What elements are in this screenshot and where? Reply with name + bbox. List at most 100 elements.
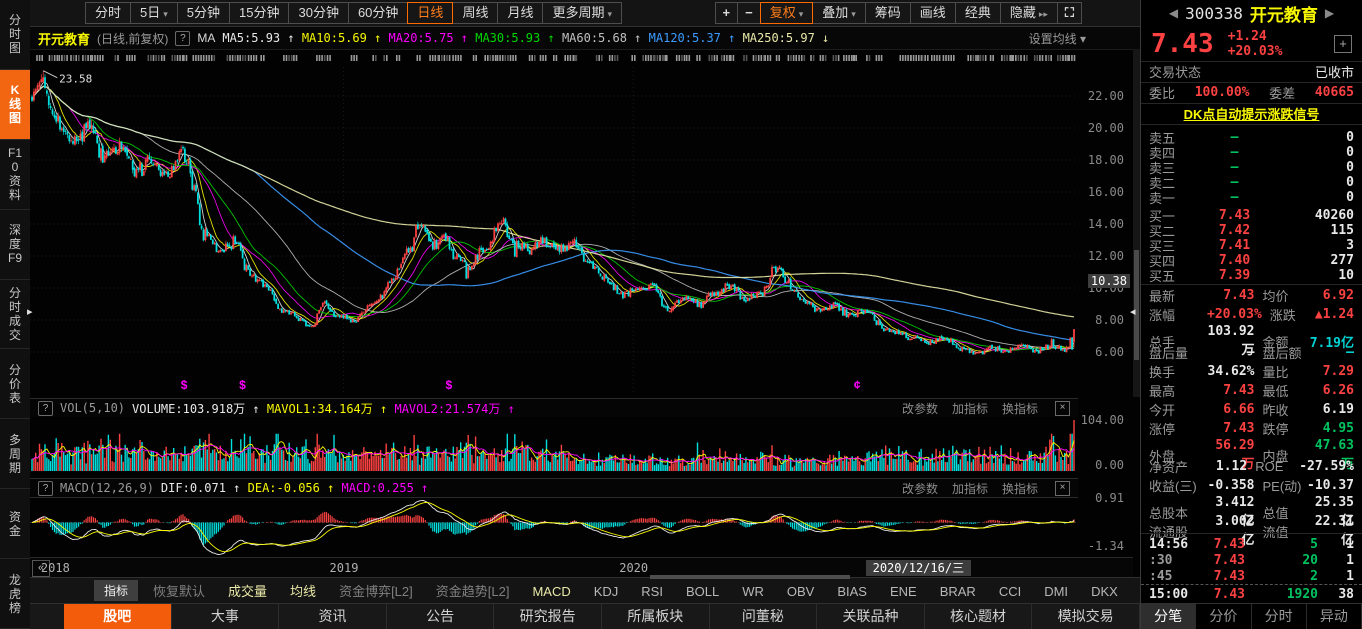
last-price: 7.43 bbox=[1151, 29, 1214, 59]
indicator-item[interactable]: MACD bbox=[532, 584, 570, 599]
macd-chart-canvas[interactable] bbox=[30, 497, 1078, 558]
30min-button[interactable]: 30分钟 bbox=[288, 2, 348, 24]
sidebar-item-dragon-tiger[interactable]: 龙 虎 榜 bbox=[0, 559, 30, 629]
close-icon[interactable]: × bbox=[1055, 401, 1070, 416]
fullscreen-button[interactable]: ⛶ bbox=[1057, 2, 1082, 24]
horizontal-scrollbar-thumb[interactable] bbox=[650, 575, 850, 579]
volume-chart-canvas[interactable] bbox=[30, 417, 1078, 473]
monthly-button[interactable]: 月线 bbox=[497, 2, 543, 24]
help-icon[interactable]: ? bbox=[175, 31, 190, 46]
bottom-tab-资讯[interactable]: 资讯 bbox=[279, 604, 387, 629]
weibi-label: 委比 bbox=[1149, 83, 1175, 102]
panel-collapse-handle-left[interactable]: ▸ bbox=[27, 305, 33, 318]
indicator-item[interactable]: 恢复默认 bbox=[153, 584, 205, 599]
weekly-button[interactable]: 周线 bbox=[452, 2, 498, 24]
bottom-tab-研究报告[interactable]: 研究报告 bbox=[494, 604, 602, 629]
dk-signal-link[interactable]: DK点自动提示涨跌信号 bbox=[1184, 104, 1320, 123]
bottom-tab-股吧[interactable]: 股吧 bbox=[64, 604, 172, 629]
next-stock-arrow[interactable]: ▶ bbox=[1325, 6, 1334, 20]
bottom-tab-问董秘[interactable]: 问董秘 bbox=[710, 604, 818, 629]
more-periods-button[interactable]: 更多周期▾ bbox=[542, 2, 622, 24]
indicator-item[interactable]: RSI bbox=[641, 584, 663, 599]
stat-value: 7.43 bbox=[1207, 421, 1255, 436]
stat-label: 最新 bbox=[1149, 286, 1207, 305]
vol-legend-item: MAVOL2:21.574万 ↑ bbox=[394, 402, 514, 416]
sidebar-item-fenshi-chart[interactable]: 分 时 图 bbox=[0, 0, 30, 70]
sidebar-item-tick-trades[interactable]: 分 时 成 交 bbox=[0, 280, 30, 350]
indicator-item[interactable]: ENE bbox=[890, 584, 917, 599]
indicator-item[interactable]: WR bbox=[742, 584, 764, 599]
stat-value: 6.19 bbox=[1307, 402, 1355, 417]
close-icon[interactable]: × bbox=[1055, 481, 1070, 496]
prev-stock-arrow[interactable]: ◀ bbox=[1169, 6, 1178, 20]
ma-settings-dropdown[interactable]: 设置均线 ▾ bbox=[1029, 30, 1086, 47]
indicator-lead-button[interactable]: 指标 bbox=[94, 580, 138, 601]
daily-button[interactable]: 日线 bbox=[407, 2, 453, 24]
indicator-item[interactable]: KDJ bbox=[594, 584, 619, 599]
weicha-label: 委差 bbox=[1269, 83, 1295, 102]
15min-button[interactable]: 15分钟 bbox=[229, 2, 289, 24]
indicator-item[interactable]: 均线 bbox=[290, 584, 316, 599]
quote-tab-分时[interactable]: 分时 bbox=[1252, 604, 1307, 629]
pane-action-改参数[interactable]: 改参数 bbox=[902, 400, 938, 417]
chips-button[interactable]: 筹码 bbox=[865, 2, 911, 24]
sidebar-item-funds[interactable]: 资 金 bbox=[0, 489, 30, 559]
quote-tab-分价[interactable]: 分价 bbox=[1196, 604, 1251, 629]
pane-action-加指标[interactable]: 加指标 bbox=[952, 480, 988, 497]
buy-qty: 115 bbox=[1282, 223, 1354, 238]
hide-button[interactable]: 隐藏▸▸ bbox=[1000, 2, 1058, 24]
bottom-tab-关联品种[interactable]: 关联品种 bbox=[817, 604, 925, 629]
indicator-item[interactable]: CCI bbox=[999, 584, 1021, 599]
indicator-item[interactable]: OBV bbox=[787, 584, 814, 599]
bottom-tab-模拟交易[interactable]: 模拟交易 bbox=[1032, 604, 1140, 629]
zoom-in-button[interactable]: + bbox=[715, 2, 739, 24]
sidebar-item-depth-f9[interactable]: 深 度 F9 bbox=[0, 210, 30, 280]
indicator-item[interactable]: 资金博弈[L2] bbox=[339, 584, 413, 599]
indicator-item[interactable]: 资金趋势[L2] bbox=[436, 584, 510, 599]
draw-line-button[interactable]: 画线 bbox=[910, 2, 956, 24]
buy-row: 买四7.40277 bbox=[1141, 251, 1362, 266]
quote-tab-异动[interactable]: 异动 bbox=[1307, 604, 1362, 629]
time-axis: « 2020/12/16/三 201820192020 bbox=[30, 557, 1133, 578]
overlay-button[interactable]: 叠加▾ bbox=[812, 2, 866, 24]
sidebar-item-kline-chart[interactable]: K 线 图 bbox=[0, 70, 30, 140]
quote-tab-分笔[interactable]: 分笔 bbox=[1141, 604, 1196, 629]
classic-button[interactable]: 经典 bbox=[955, 2, 1001, 24]
bottom-tab-所属板块[interactable]: 所属板块 bbox=[602, 604, 710, 629]
60min-button[interactable]: 60分钟 bbox=[348, 2, 408, 24]
bottom-tab-公告[interactable]: 公告 bbox=[387, 604, 495, 629]
chevron-down-icon: ▾ bbox=[799, 9, 804, 19]
5min-button[interactable]: 5分钟 bbox=[177, 2, 230, 24]
bottom-tab-核心题材[interactable]: 核心题材 bbox=[925, 604, 1033, 629]
indicator-item[interactable]: DKX bbox=[1091, 584, 1118, 599]
chart-vertical-scrollbar[interactable] bbox=[1133, 49, 1140, 397]
add-to-watchlist-button[interactable]: + bbox=[1334, 35, 1352, 53]
stat-value: -10.37 bbox=[1307, 478, 1355, 493]
indicator-item[interactable]: BIAS bbox=[837, 584, 867, 599]
pane-action-改参数[interactable]: 改参数 bbox=[902, 480, 938, 497]
zoom-out-button[interactable]: − bbox=[737, 2, 761, 24]
5day-button[interactable]: 5日▾ bbox=[130, 2, 178, 24]
bottom-tab-大事[interactable]: 大事 bbox=[172, 604, 280, 629]
indicator-item[interactable]: BRAR bbox=[940, 584, 976, 599]
sidebar-item-multi-period[interactable]: 多 周 期 bbox=[0, 419, 30, 489]
pane-action-换指标[interactable]: 换指标 bbox=[1002, 400, 1038, 417]
indicator-item[interactable]: 成交量 bbox=[228, 584, 267, 599]
help-icon[interactable]: ? bbox=[38, 481, 53, 496]
fuquan-button[interactable]: 复权▾ bbox=[760, 2, 814, 24]
weibi-value: 100.00% bbox=[1195, 85, 1250, 100]
indicator-item[interactable]: BOLL bbox=[686, 584, 719, 599]
pane-action-换指标[interactable]: 换指标 bbox=[1002, 480, 1038, 497]
stat-label: 盘后额 bbox=[1263, 343, 1307, 362]
kline-chart-canvas[interactable]: 23.58$$$¢ bbox=[30, 49, 1078, 397]
help-icon[interactable]: ? bbox=[38, 401, 53, 416]
sidebar-item-price-table[interactable]: 分 价 表 bbox=[0, 349, 30, 419]
sidebar-item-f10-info[interactable]: F10 资 料 bbox=[0, 140, 30, 210]
buy-row: 买五7.3910 bbox=[1141, 266, 1362, 281]
panel-collapse-handle-right[interactable]: ◂ bbox=[1130, 305, 1136, 318]
indicator-item[interactable]: DMI bbox=[1044, 584, 1068, 599]
buy-qty: 277 bbox=[1282, 253, 1354, 268]
pane-action-加指标[interactable]: 加指标 bbox=[952, 400, 988, 417]
fenshi-button[interactable]: 分时 bbox=[85, 2, 131, 24]
stat-label: 总股本 bbox=[1149, 503, 1207, 522]
